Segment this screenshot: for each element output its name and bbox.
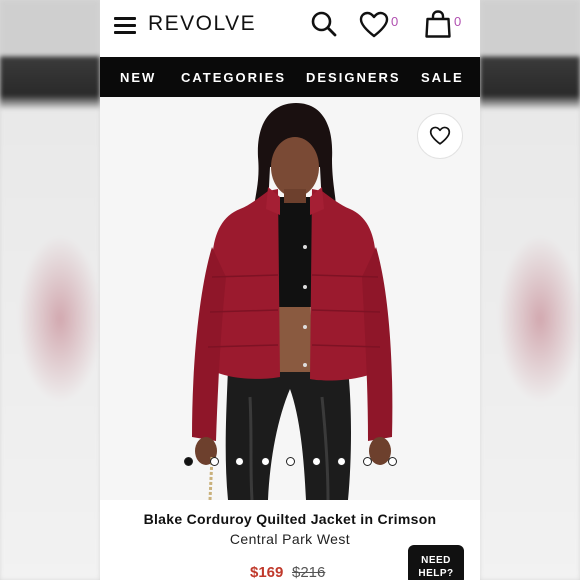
nav-item-categories[interactable]: CATEGORIES [181,70,286,85]
carousel-dot[interactable] [388,457,397,466]
wishlist-heart-icon[interactable] [359,11,389,39]
category-nav-bar: NEW CATEGORIES DESIGNERS SALE [100,57,480,97]
nav-item-sale[interactable]: SALE [421,70,464,85]
carousel-dot[interactable] [362,457,372,466]
brand-logo[interactable]: REVOLVE [148,12,256,36]
search-icon[interactable] [309,9,339,39]
bag-count: 0 [454,14,462,29]
background-left-blur [0,0,100,580]
carousel-dot[interactable] [286,457,295,466]
product-photo [192,103,393,500]
shopping-bag-icon[interactable] [424,9,452,39]
nav-item-designers[interactable]: DESIGNERS [306,70,401,85]
wishlist-count: 0 [391,14,399,29]
hamburger-menu-icon[interactable] [114,17,136,34]
carousel-dot[interactable] [337,457,346,466]
original-price: $216 [292,564,326,580]
carousel-pagination [100,457,480,469]
need-help-button[interactable]: NEED HELP? [408,545,464,580]
sale-price: $169 [250,564,284,580]
product-image-carousel[interactable] [100,97,480,500]
carousel-dot[interactable] [209,457,219,466]
carousel-dot[interactable] [260,457,270,466]
help-label-line2: HELP? [418,568,454,579]
help-label-line1: NEED [421,555,451,566]
nav-item-new[interactable]: NEW [120,70,156,85]
top-header: REVOLVE 0 0 [100,0,480,57]
product-wishlist-button[interactable] [417,113,463,159]
heart-outline-icon [429,126,451,145]
app-screen: REVOLVE 0 0 NEW CATEGORIES DESIGNERS SAL… [100,0,480,580]
carousel-dot[interactable] [184,457,193,466]
carousel-dot[interactable] [235,457,244,466]
carousel-dot[interactable] [311,457,321,466]
product-title: Blake Corduroy Quilted Jacket in Crimson [143,511,437,527]
background-right-blur [480,0,580,580]
